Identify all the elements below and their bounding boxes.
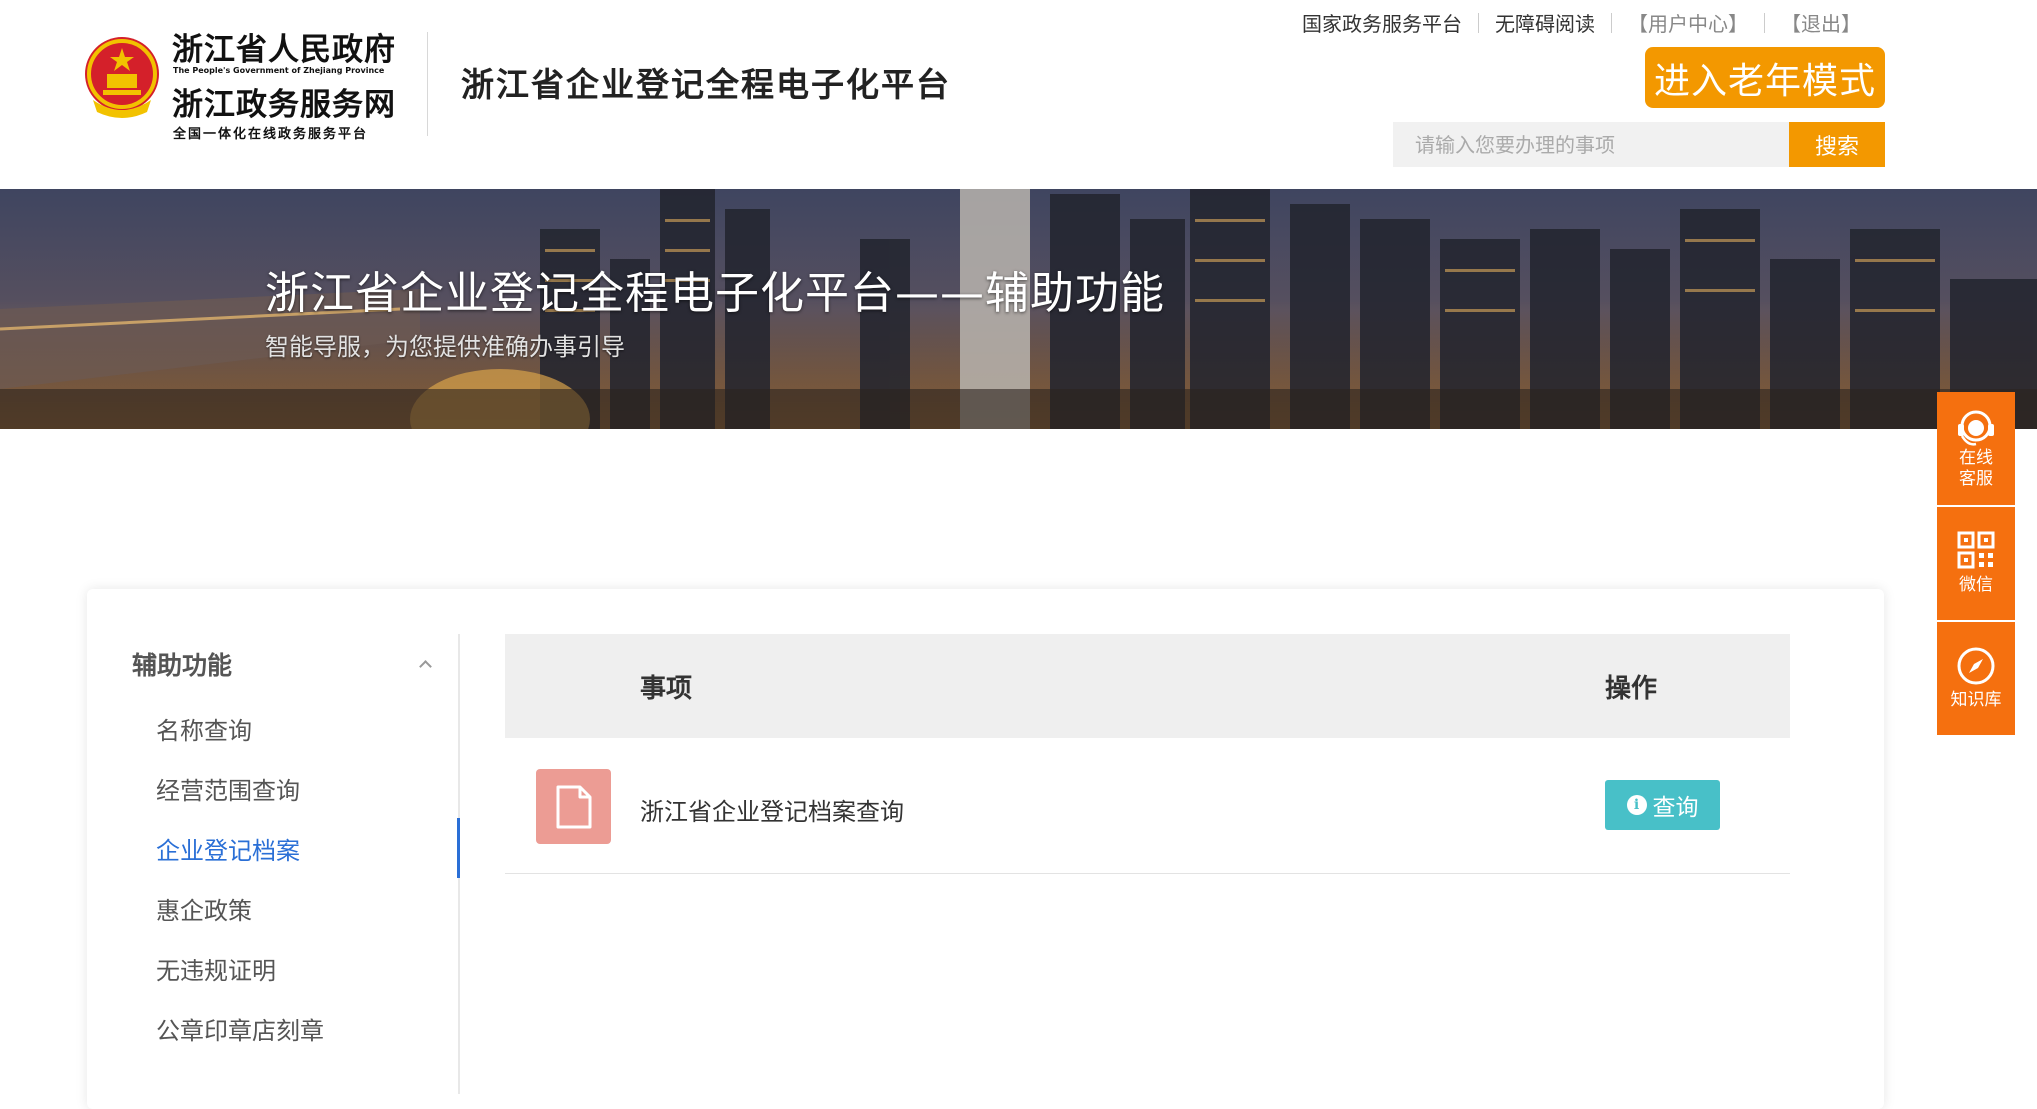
online-service-button[interactable]: 在线 客服 (1937, 392, 2015, 505)
nav-item-name-query[interactable]: 名称查询 (87, 698, 460, 758)
top-links: 国家政务服务平台 无障碍阅读 【用户中心】 【退出】 (1286, 8, 1877, 37)
query-button[interactable]: i 查询 (1605, 780, 1720, 830)
column-header-item: 事项 (640, 674, 693, 704)
nav-item-policy[interactable]: 惠企政策 (87, 878, 460, 938)
service-subtitle: 全国一体化在线政务服务平台 (173, 127, 369, 142)
banner-subtitle: 智能导服，为您提供准确办事引导 (265, 333, 625, 361)
column-header-action: 操作 (1605, 674, 1658, 704)
nav-item-label: 企业登记档案 (156, 836, 300, 865)
document-icon (536, 769, 611, 844)
sidenav-group-header[interactable]: 辅助功能 (132, 644, 432, 684)
compass-icon (1957, 647, 1995, 685)
elder-mode-button[interactable]: 进入老年模式 (1645, 47, 1885, 108)
side-nav: 辅助功能 名称查询 经营范围查询 企业登记档案 惠企政策 无违规证明 公章印章店… (87, 634, 460, 1094)
nav-item-seal-shop[interactable]: 公章印章店刻章 (87, 998, 460, 1058)
national-emblem-icon (85, 37, 159, 118)
accessible-reading-link[interactable]: 无障碍阅读 (1479, 8, 1611, 37)
gov-title: 浙江省人民政府 (172, 32, 396, 68)
hero-banner: 浙江省企业登记全程电子化平台——辅助功能 智能导服，为您提供准确办事引导 (0, 189, 2037, 429)
logout-link[interactable]: 【退出】 (1765, 8, 1877, 37)
nav-item-business-scope[interactable]: 经营范围查询 (87, 758, 460, 818)
knowledge-base-button[interactable]: 知识库 (1937, 622, 2015, 735)
nav-active-indicator (457, 818, 460, 878)
info-icon: i (1626, 795, 1647, 815)
float-label: 在线 客服 (1959, 447, 1993, 489)
chevron-up-icon (418, 657, 432, 671)
national-platform-link[interactable]: 国家政务服务平台 (1286, 8, 1478, 37)
table-row: 浙江省企业登记档案查询 i 查询 (505, 738, 1790, 874)
search-input[interactable] (1393, 122, 1789, 167)
nav-item-registration-archive[interactable]: 企业登记档案 (87, 818, 460, 878)
content-card: 辅助功能 名称查询 经营范围查询 企业登记档案 惠企政策 无违规证明 公章印章店… (87, 589, 1884, 1109)
wechat-button[interactable]: 微信 (1937, 507, 2015, 620)
qrcode-icon (1957, 531, 1995, 569)
platform-name: 浙江省企业登记全程电子化平台 (461, 65, 951, 104)
float-label: 微信 (1959, 575, 1993, 595)
banner-title: 浙江省企业登记全程电子化平台——辅助功能 (265, 268, 1165, 319)
query-button-label: 查询 (1652, 795, 1699, 821)
table-header: 事项 操作 (505, 634, 1790, 738)
nav-item-no-violation-cert[interactable]: 无违规证明 (87, 938, 460, 998)
user-center-link[interactable]: 【用户中心】 (1612, 8, 1764, 37)
float-label: 知识库 (1950, 690, 2002, 710)
header-divider (427, 32, 428, 136)
site-header: 浙江省人民政府 The People's Government of Zheji… (0, 0, 2037, 189)
search-button[interactable]: 搜索 (1789, 122, 1885, 167)
sidenav-heading: 辅助功能 (132, 651, 233, 680)
row-title[interactable]: 浙江省企业登记档案查询 (640, 792, 904, 827)
service-title: 浙江政务服务网 (172, 87, 396, 123)
site-logo[interactable]: 浙江省人民政府 The People's Government of Zheji… (172, 24, 402, 142)
headset-icon (1958, 410, 1994, 446)
floating-toolbar: 在线 客服 微信 知识库 (1937, 392, 2015, 737)
gov-title-en: The People's Government of Zhejiang Prov… (173, 66, 385, 75)
